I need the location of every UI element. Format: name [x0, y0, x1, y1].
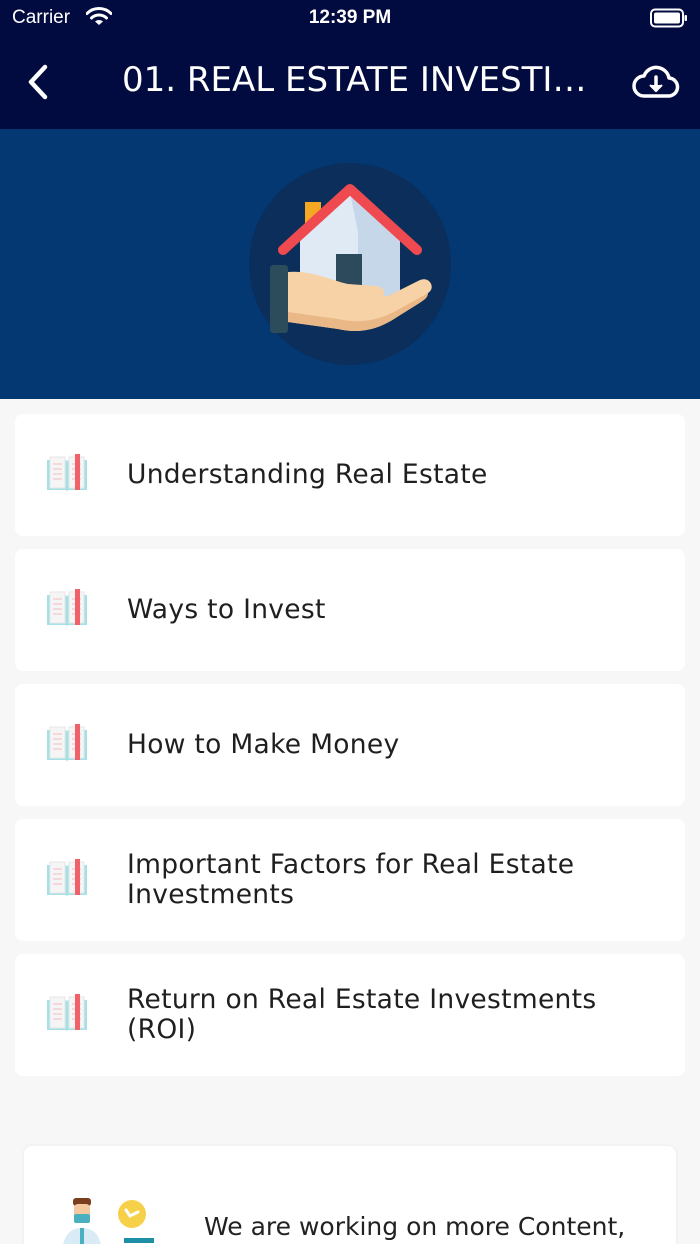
course-hero-banner: [0, 129, 700, 399]
chevron-left-icon: [28, 64, 48, 100]
status-time: 12:39 PM: [308, 7, 392, 28]
lesson-title: Ways to Invest: [127, 594, 326, 625]
lesson-title: How to Make Money: [127, 729, 400, 760]
page-title: 01. REAL ESTATE INVESTING FOR BEGINNERS: [122, 60, 602, 100]
book-icon: [47, 589, 87, 627]
book-icon: [47, 994, 87, 1032]
book-icon: [47, 724, 87, 762]
cloud-download-icon: [632, 65, 680, 98]
lesson-item[interactable]: How to Make Money: [15, 684, 685, 806]
lesson-item[interactable]: Ways to Invest: [15, 549, 685, 671]
lesson-item[interactable]: Return on Real Estate Investments (ROI): [15, 954, 685, 1076]
download-button[interactable]: [632, 62, 680, 102]
lesson-title: Important Factors for Real Estate Invest…: [127, 849, 575, 910]
doctor-illustration-icon: [63, 1198, 154, 1244]
lesson-item[interactable]: Important Factors for Real Estate Invest…: [15, 819, 685, 941]
back-button[interactable]: [20, 62, 60, 102]
lesson-item[interactable]: Understanding Real Estate: [15, 414, 685, 536]
lesson-title: Understanding Real Estate: [127, 459, 488, 490]
battery-icon: [650, 8, 688, 32]
more-content-text: We are working on more Content,: [204, 1212, 626, 1241]
navigation-bar: 01. REAL ESTATE INVESTING FOR BEGINNERS: [0, 36, 700, 129]
house-in-hand-icon: [249, 163, 451, 365]
status-bar: Carrier 12:39 PM: [0, 0, 700, 36]
book-icon: [47, 454, 87, 492]
more-content-card: We are working on more Content,: [24, 1146, 676, 1244]
book-icon: [47, 859, 87, 897]
lesson-title: Return on Real Estate Investments (ROI): [127, 984, 597, 1045]
